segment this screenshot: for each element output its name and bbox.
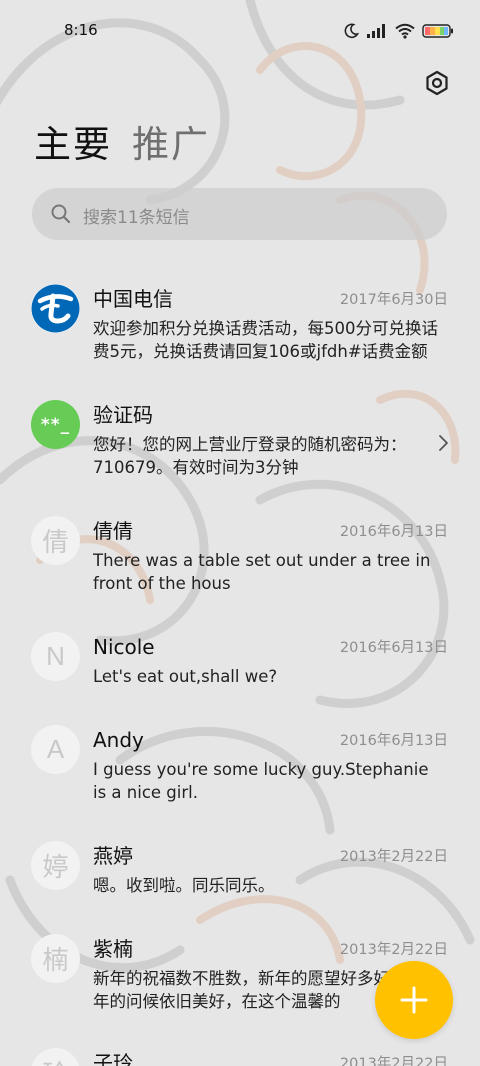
contact-avatar: N	[31, 632, 80, 681]
contact-avatar: 婷	[31, 841, 80, 890]
message-date: 2017年6月30日	[339, 292, 448, 308]
message-preview: 您好！您的网上营业厅登录的随机密码为：710679。有效时间为3分钟	[93, 435, 407, 477]
message-preview: Let's eat out,shall we?	[93, 667, 278, 686]
verification-code-avatar: **_	[31, 400, 80, 449]
message-preview: 欢迎参加积分兑换话费活动，每500分可兑换话费5元，兑换话费请回复106或jfd…	[93, 319, 438, 361]
contact-avatar: 倩	[31, 516, 80, 565]
message-date: 2016年6月13日	[339, 524, 448, 540]
message-date: 2016年6月13日	[339, 640, 448, 656]
contact-avatar: A	[31, 725, 80, 774]
contact-name: 中国电信	[93, 287, 173, 311]
message-date: 2016年6月13日	[339, 733, 448, 749]
new-message-button[interactable]	[375, 961, 453, 1039]
message-date: 2013年2月22日	[339, 942, 448, 958]
chevron-right-icon[interactable]	[436, 434, 450, 452]
contact-name: 紫楠	[93, 937, 133, 961]
contact-avatar: 玲	[31, 1048, 80, 1066]
contact-name: 子玲	[93, 1051, 133, 1066]
message-preview: There was a table set out under a tree i…	[93, 551, 431, 593]
plus-icon	[400, 986, 428, 1014]
contact-name: 验证码	[93, 403, 153, 427]
message-date: 2013年2月22日	[339, 1056, 448, 1066]
contact-name: 燕婷	[93, 844, 133, 868]
china-telecom-logo-icon	[31, 284, 80, 333]
contact-name: Andy	[93, 728, 144, 752]
message-list: 中国电信 2017年6月30日 欢迎参加积分兑换话费活动，每500分可兑换话费5…	[0, 0, 480, 1066]
message-date: 2013年2月22日	[339, 849, 448, 865]
contact-name: Nicole	[93, 635, 155, 659]
china-telecom-logo-avatar	[31, 284, 80, 333]
message-preview: 嗯。收到啦。同乐同乐。	[93, 876, 275, 895]
message-preview: I guess you're some lucky guy.Stephanie …	[93, 760, 429, 802]
contact-avatar: 楠	[31, 934, 80, 983]
contact-name: 倩倩	[93, 519, 133, 543]
